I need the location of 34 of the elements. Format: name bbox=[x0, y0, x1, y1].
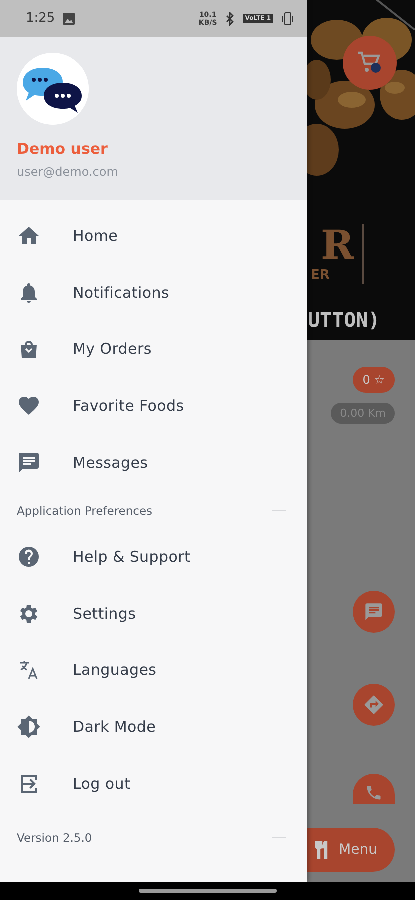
image-icon bbox=[63, 12, 76, 24]
drawer-item[interactable]: Dark Mode bbox=[0, 698, 307, 756]
status-time: 1:25 bbox=[26, 11, 56, 26]
directions-button[interactable] bbox=[353, 684, 395, 726]
help-icon bbox=[17, 545, 41, 570]
drawer-item[interactable]: Favorite Foods bbox=[0, 378, 307, 434]
menu-button[interactable]: Menu bbox=[307, 828, 395, 872]
vibrate-icon bbox=[281, 12, 295, 26]
logo-letter: R bbox=[321, 224, 354, 268]
cart-icon bbox=[357, 51, 383, 75]
version-label: Version 2.5.0 bbox=[17, 830, 94, 845]
restaurant-heading: UTTON) bbox=[308, 308, 380, 332]
drawer-item[interactable]: Settings bbox=[0, 586, 307, 642]
cutlery-icon bbox=[315, 841, 329, 859]
rating-badge: 0 ☆ bbox=[352, 367, 395, 393]
user-email: user@demo.com bbox=[17, 165, 118, 179]
user-name: Demo user bbox=[17, 140, 108, 158]
drawer-item[interactable]: Log out bbox=[0, 755, 307, 812]
bluetooth-icon bbox=[225, 12, 236, 26]
drawer-item[interactable]: Help & Support bbox=[0, 528, 307, 586]
message-icon bbox=[364, 602, 384, 622]
message-button[interactable] bbox=[353, 591, 395, 633]
call-button[interactable] bbox=[353, 774, 395, 804]
drawer-item[interactable]: Notifications bbox=[0, 264, 307, 322]
directions-icon bbox=[363, 694, 385, 716]
brightness-icon bbox=[17, 715, 41, 740]
logo-text: ER bbox=[311, 268, 331, 284]
message-icon bbox=[17, 450, 41, 475]
drawer-item[interactable]: My Orders bbox=[0, 321, 307, 378]
phone-icon bbox=[365, 784, 383, 802]
drawer-item[interactable]: Home bbox=[0, 208, 307, 265]
drawer-item[interactable]: Messages bbox=[0, 434, 307, 491]
drawer-item[interactable]: Languages bbox=[0, 642, 307, 699]
section-title: Application Preferences bbox=[17, 504, 154, 518]
